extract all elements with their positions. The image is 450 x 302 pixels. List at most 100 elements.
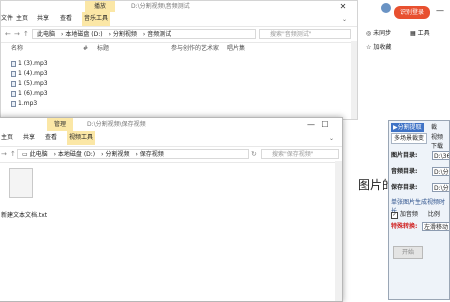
list-item[interactable]: 1 (4).mp3 (11, 69, 48, 78)
ribbon-menu: 主页 共享 查看 视频工具 ⌄ (0, 131, 342, 145)
minimize-icon[interactable]: — (305, 119, 317, 130)
menu-home[interactable]: 主页 (0, 131, 15, 145)
scrollbar[interactable] (335, 161, 342, 301)
crumb-this-pc[interactable]: 此电脑 (30, 151, 48, 158)
column-album[interactable]: 唱片集 (227, 43, 245, 54)
save-dir-input[interactable]: D:\分割 (432, 183, 449, 192)
column-name[interactable]: 名称 (11, 43, 23, 54)
forward-icon[interactable]: → (14, 28, 20, 41)
tab-crop[interactable]: 裁 (429, 123, 439, 132)
column-artist[interactable]: 参与创作的艺术家 (171, 43, 219, 54)
star-icon: ☆ (366, 44, 372, 51)
user-login-button[interactable]: 识别登录 (394, 6, 430, 19)
up-icon[interactable]: ↑ (23, 28, 29, 41)
audio-file-icon (11, 90, 16, 97)
tools-label: 工具 (417, 30, 430, 37)
column-headers: 名称 # 标题 参与创作的艺术家 唱片集 (1, 43, 357, 54)
crumb-save-video[interactable]: 保存视频 (140, 151, 164, 158)
minimize-icon[interactable]: — (436, 6, 444, 15)
address-bar[interactable]: ▭ 此电脑 › 本地磁盘 (D:) › 分割视频 › 保存视频 (17, 149, 249, 159)
audio-dir-label: 音频目录: (391, 168, 418, 175)
crumb-disk-d[interactable]: 本地磁盘 (D:) (58, 151, 95, 158)
list-item[interactable]: 1 (5).mp3 (11, 79, 48, 88)
subtab-video-download[interactable]: 视频下载 (429, 133, 449, 150)
audio-dir-input[interactable]: D:\分割 (432, 167, 449, 176)
refresh-icon[interactable]: ↻ (251, 148, 257, 161)
image-dir-input[interactable]: D:\360 (432, 151, 449, 160)
column-number[interactable]: # (83, 43, 88, 54)
expand-ribbon-icon[interactable]: ⌄ (329, 135, 334, 142)
explorer-window-video: 管理 D:\分割视频\保存视频 — ☐ 主页 共享 查看 视频工具 ⌄ → ↑ … (0, 117, 343, 302)
checkbox-icon[interactable]: ✓ (391, 212, 398, 219)
special-select[interactable]: 左滑移动 (422, 222, 449, 231)
search-input[interactable]: 搜索"音频测试" (259, 29, 351, 39)
menu-share[interactable]: 共享 (35, 12, 51, 26)
window-title: D:\分割视频\保存视频 (87, 121, 146, 128)
favorite-action[interactable]: ☆ 加收藏 (366, 42, 391, 51)
crumb-audio-test[interactable]: 音频测试 (147, 31, 171, 38)
text-file-icon (9, 168, 33, 198)
subtab-multi-scene[interactable]: 多场景裁变 (391, 133, 428, 144)
menu-video-tools[interactable]: 视频工具 (67, 131, 96, 145)
ribbon-menu: 文件 主页 共享 查看 音乐工具 ⌄ (1, 12, 357, 26)
save-dir-label: 保存目录: (391, 184, 418, 191)
file-tile[interactable]: 新建文本文档.txt (1, 168, 47, 219)
manage-ribbon-tab[interactable]: 管理 (47, 118, 73, 131)
crumb-disk-d[interactable]: 本地磁盘 (D:) (65, 31, 102, 38)
special-row: 特殊转换: (391, 222, 417, 231)
back-icon[interactable]: ← (5, 28, 11, 41)
browser-tab-button[interactable] (381, 3, 391, 13)
audio-file-icon (11, 80, 16, 87)
file-name: 1 (4).mp3 (18, 70, 48, 77)
audio-file-icon (11, 60, 16, 67)
maximize-icon[interactable]: ☐ (319, 119, 331, 130)
menu-music-tools[interactable]: 音乐工具 (82, 12, 111, 26)
audio-file-icon (11, 100, 16, 107)
list-item[interactable]: 1 (6).mp3 (11, 89, 48, 98)
address-bar[interactable]: 此电脑 › 本地磁盘 (D:) › 分割视频 › 音频测试 (32, 29, 256, 39)
menu-share[interactable]: 共享 (21, 131, 37, 145)
close-icon[interactable]: ✕ (337, 1, 349, 12)
sync-label: 未同步 (373, 30, 392, 37)
video-tool-panel: ▶分割提取 裁 多场景裁变 视频下载 图片目录: D:\360 音频目录: D:… (388, 120, 450, 300)
explorer-window-audio: 播放 D:\分割视频\音频测试 ✕ 文件 主页 共享 查看 音乐工具 ⌄ ← →… (0, 0, 358, 120)
audio-file-icon (11, 70, 16, 77)
tools-action[interactable]: ▦ 工具 (410, 28, 430, 37)
audio-dir-row: 音频目录: (391, 167, 417, 176)
file-name: 1 (6).mp3 (18, 90, 48, 97)
search-input[interactable]: 搜索"保存视频" (261, 149, 339, 159)
crumb-this-pc[interactable]: 此电脑 (37, 31, 55, 38)
crumb-split-video[interactable]: 分割视频 (105, 151, 129, 158)
window-title: D:\分割视频\音频测试 (131, 3, 190, 10)
file-name: 新建文本文档.txt (1, 212, 48, 219)
start-button[interactable]: 开始 (393, 246, 423, 259)
list-item[interactable]: 1 (3).mp3 (11, 59, 48, 68)
add-audio-label: 加音频 (399, 211, 418, 218)
background-browser: 识别登录 — ◎ 未同步 ☆ 加收藏 ▦ 工具 (358, 0, 450, 120)
crumb-split-video[interactable]: 分割视频 (113, 31, 137, 38)
special-label: 特殊转换: (391, 223, 418, 230)
scrollbar[interactable] (351, 41, 357, 119)
image-dir-label: 图片目录: (391, 152, 418, 159)
menu-file[interactable]: 文件 (1, 12, 15, 26)
duration-note: 单张图片生成视频时长 (391, 199, 446, 215)
tab-split-extract-label: 分割提取 (397, 124, 422, 131)
ratio-label: 比例 (427, 211, 440, 218)
menu-view[interactable]: 查看 (43, 131, 59, 145)
menu-view[interactable]: 查看 (58, 12, 74, 26)
tab-split-extract[interactable]: ▶分割提取 (391, 123, 424, 132)
file-name: 1 (3).mp3 (18, 60, 48, 67)
audio-checkbox-row[interactable]: ✓ 加音频 比例 (391, 210, 440, 219)
sync-action[interactable]: ◎ 未同步 (366, 28, 391, 37)
forward-icon[interactable]: → (1, 148, 7, 161)
up-icon[interactable]: ↑ (10, 148, 16, 161)
column-title[interactable]: 标题 (97, 43, 109, 54)
save-dir-row: 保存目录: (391, 183, 417, 192)
expand-ribbon-icon[interactable]: ⌄ (342, 16, 347, 23)
menu-home[interactable]: 主页 (14, 12, 30, 26)
list-item[interactable]: 1.mp3 (11, 99, 37, 108)
play-ribbon-tab[interactable]: 播放 (85, 1, 115, 12)
favorite-label: 加收藏 (373, 44, 392, 51)
file-name: 1 (5).mp3 (18, 80, 48, 87)
image-dir-row: 图片目录: (391, 151, 417, 160)
